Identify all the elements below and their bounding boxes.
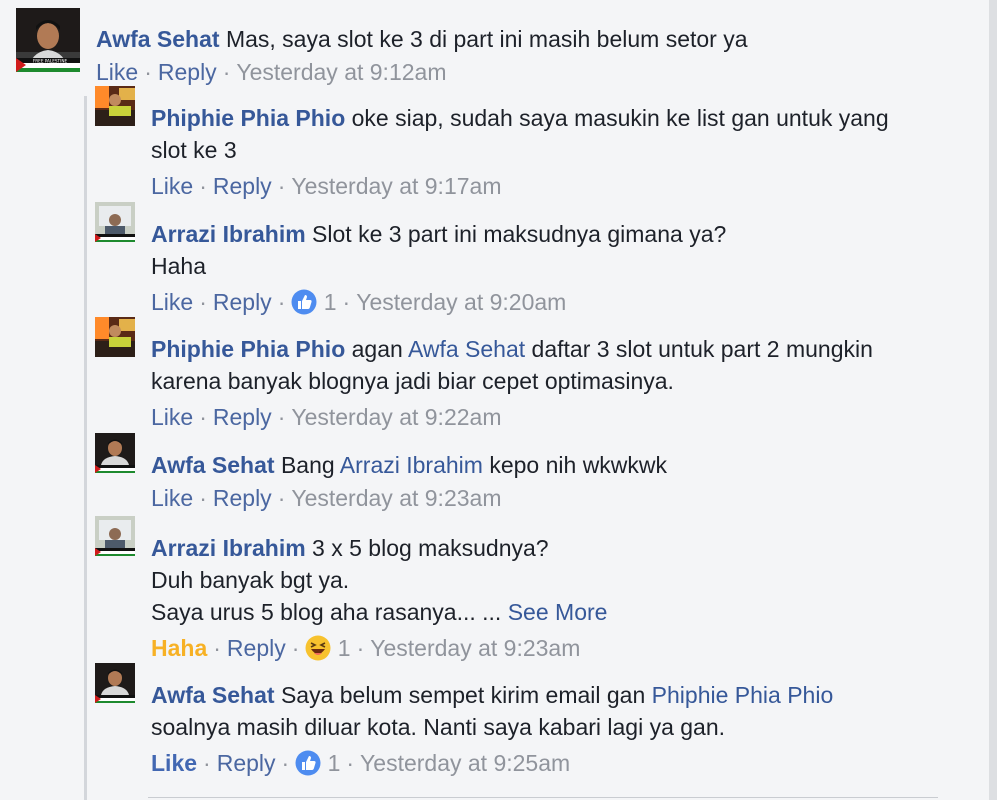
comment-author[interactable]: Awfa Sehat [151,682,275,708]
comment-author[interactable]: Awfa Sehat [96,26,220,52]
comment-timestamp[interactable]: Yesterday at 9:22am [291,404,501,430]
avatar[interactable] [95,663,135,703]
comment-author[interactable]: Phiphie Phia Phio [151,105,345,131]
mention-link[interactable]: Awfa Sehat [408,336,525,362]
avatar[interactable] [95,317,135,357]
comment-text: Bang [280,452,335,478]
comment-text-line: Duh banyak bgt ya. [151,567,350,593]
divider [148,797,938,798]
reply-button[interactable]: Reply [213,173,272,199]
like-button[interactable]: Like [151,173,193,199]
comment-text: soalnya masih diluar kota. Nanti saya ka… [151,714,726,740]
reply-item: Phiphie Phia Phio agan Awfa Sehat daftar… [95,317,921,431]
like-reaction-icon[interactable] [291,289,317,321]
like-button[interactable]: Like [151,289,193,315]
comment-text: agan [351,336,403,362]
reply-item: Awfa Sehat Saya belum sempet kirim email… [95,663,931,782]
comment-timestamp[interactable]: Yesterday at 9:23am [291,485,501,511]
comment-item: FREE PALESTINE Awfa Sehat Mas, saya slot… [16,8,976,86]
like-button[interactable]: Like [151,485,193,511]
comment-timestamp[interactable]: Yesterday at 9:12am [236,59,446,85]
avatar[interactable]: FREE PALESTINE [16,8,80,72]
like-button[interactable]: Like [151,750,197,776]
reply-item: Arrazi Ibrahim Slot ke 3 part ini maksud… [95,202,891,321]
avatar[interactable] [95,516,135,556]
like-button[interactable]: Like [96,59,138,85]
comment-text-line: Slot ke 3 part ini maksudnya gimana ya? [312,221,727,247]
reaction-count[interactable]: 1 [338,635,351,661]
mention-link[interactable]: Arrazi Ibrahim [340,452,483,478]
see-more-link[interactable]: See More [508,599,608,625]
reply-item: Phiphie Phia Phio oke siap, sudah saya m… [95,86,891,200]
avatar[interactable] [95,433,135,473]
mention-link[interactable]: Phiphie Phia Phio [652,682,834,708]
reaction-count[interactable]: 1 [324,289,337,315]
like-reaction-icon[interactable] [295,750,321,782]
avatar[interactable] [95,202,135,242]
reply-button[interactable]: Reply [227,635,286,661]
reply-button[interactable]: Reply [213,289,272,315]
comment-text: Mas, saya slot ke 3 di part ini masih be… [225,26,748,52]
right-border [989,0,997,800]
like-button[interactable]: Like [151,404,193,430]
avatar[interactable] [95,86,135,126]
comment-timestamp[interactable]: Yesterday at 9:17am [291,173,501,199]
reply-button[interactable]: Reply [158,59,217,85]
comment-author[interactable]: Awfa Sehat [151,452,275,478]
comment-timestamp[interactable]: Yesterday at 9:25am [360,750,570,776]
comment-text: Saya belum sempet kirim email gan [280,682,646,708]
reply-item: Arrazi Ibrahim 3 x 5 blog maksudnya? Duh … [95,516,891,667]
comment-author[interactable]: Arrazi Ibrahim [151,221,306,247]
reply-thread-line [84,96,87,800]
comment-timestamp[interactable]: Yesterday at 9:20am [356,289,566,315]
reply-button[interactable]: Reply [213,404,272,430]
comment-author[interactable]: Arrazi Ibrahim [151,535,306,561]
avatar-banner-text: FREE PALESTINE [33,59,68,64]
comment-author[interactable]: Phiphie Phia Phio [151,336,345,362]
comment-text-line: 3 x 5 blog maksudnya? [312,535,549,561]
comment-text: kepo nih wkwkwk [489,452,668,478]
comment-text-line: Saya urus 5 blog aha rasanya... ... [151,599,502,625]
haha-reaction-icon[interactable] [305,635,331,667]
reply-button[interactable]: Reply [213,485,272,511]
reply-item: Awfa Sehat Bang Arrazi Ibrahim kepo nih … [95,433,891,512]
haha-button[interactable]: Haha [151,635,207,661]
comment-text-line: Haha [151,253,206,279]
comment-timestamp[interactable]: Yesterday at 9:23am [370,635,580,661]
reply-button[interactable]: Reply [217,750,276,776]
reaction-count[interactable]: 1 [328,750,341,776]
